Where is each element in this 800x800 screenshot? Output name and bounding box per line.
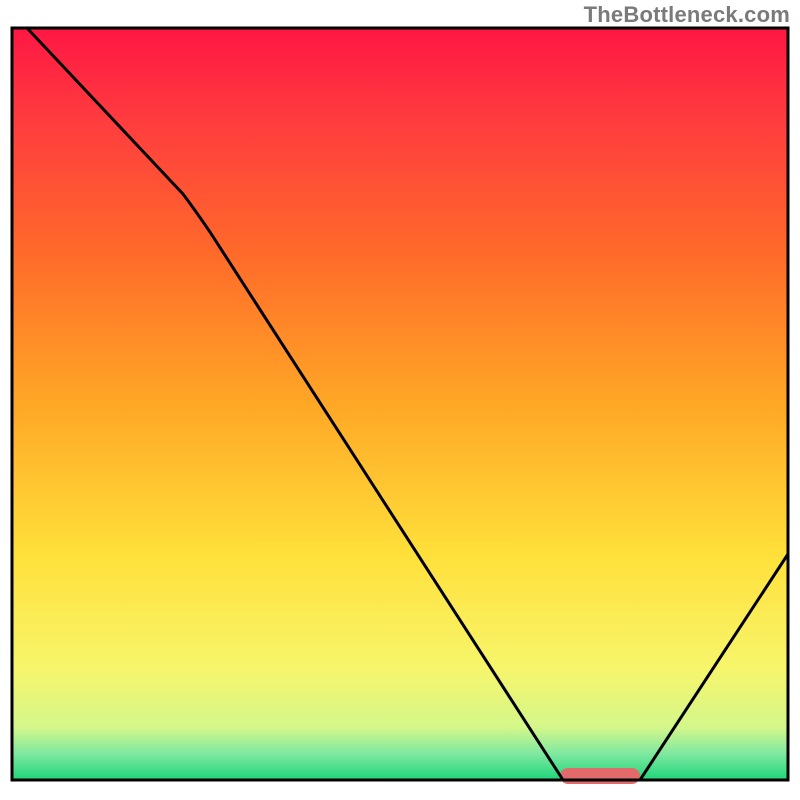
chart-svg [0, 0, 800, 800]
optimal-marker [560, 768, 640, 784]
plot-background [12, 28, 788, 780]
watermark-text: TheBottleneck.com [584, 2, 790, 28]
chart-stage: TheBottleneck.com [0, 0, 800, 800]
